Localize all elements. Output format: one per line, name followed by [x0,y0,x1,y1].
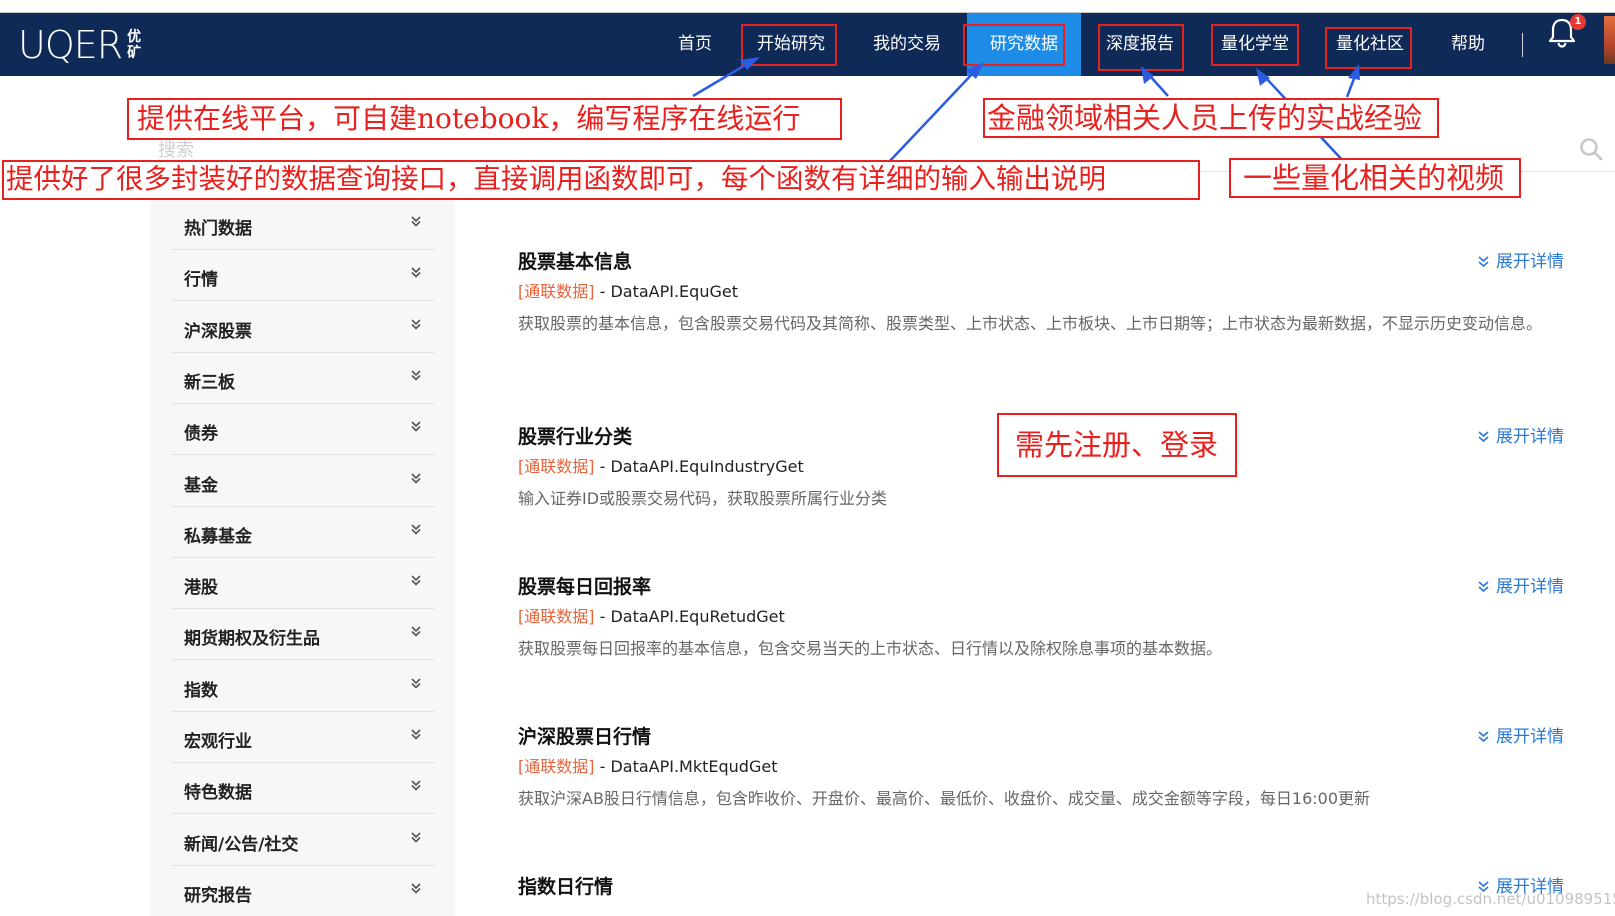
chevron-down-icon [411,319,421,330]
expand-details-link[interactable]: 展开详情 [1477,575,1564,599]
sidebar-item-label: 特色数据 [184,783,252,804]
expand-details-link[interactable]: 展开详情 [1477,425,1564,449]
sidebar-item[interactable]: 期货期权及衍生品 [171,609,435,661]
dataset-title[interactable]: 沪深股票日行情 [518,724,1578,750]
expand-label: 展开详情 [1496,877,1564,897]
avatar[interactable] [1604,16,1615,64]
sidebar-item-label: 研究报告 [184,885,252,906]
expand-label: 展开详情 [1496,727,1564,747]
sidebar-item[interactable]: 基金 [171,456,435,507]
sidebar-item-label: 私募基金 [184,526,252,547]
source-tag[interactable]: [通联数据] [518,757,595,776]
double-chevron-down-icon [1478,431,1489,443]
highlight-quant-community [1325,27,1412,69]
chevron-down-icon [411,832,421,843]
chevron-down-icon [411,421,421,432]
search-icon[interactable] [1578,136,1604,162]
chevron-down-icon [411,729,421,740]
sidebar-item-label: 行情 [184,270,218,291]
source-tag[interactable]: [通联数据] [518,282,595,301]
dataset-title[interactable]: 股票每日回报率 [518,574,1578,600]
chevron-down-icon [411,626,421,638]
dataset-description: 获取股票的基本信息，包含股票交易代码及其简称、股票类型、上市状态、上市板块、上市… [518,314,1543,333]
chevron-down-icon [411,472,421,484]
api-name: - DataAPI.EquIndustryGet [594,457,804,476]
sidebar-item[interactable]: 行情 [171,250,435,302]
dataset-card: 沪深股票日行情 [通联数据] - DataAPI.MktEqudGet 获取沪深AB… [518,724,1578,812]
chevron-down-icon [411,524,421,535]
nav-home[interactable]: 首页 [661,13,729,76]
api-name: - DataAPI.MktEqudGet [594,757,778,776]
sidebar-item[interactable]: 宏观行业 [171,712,435,763]
sidebar-item-label: 基金 [184,475,218,496]
source-tag[interactable]: [通联数据] [518,457,595,476]
sidebar-item-label: 期货期权及衍生品 [184,629,320,650]
expand-details-link[interactable]: 展开详情 [1477,875,1564,899]
chevron-down-icon [411,678,421,689]
nav-divider [1522,33,1523,57]
sidebar-item-label: 债券 [184,424,218,445]
expand-details-link[interactable]: 展开详情 [1477,250,1564,274]
expand-label: 展开详情 [1496,252,1564,272]
expand-label: 展开详情 [1496,427,1564,447]
sidebar-item-label: 新三板 [184,372,235,393]
chevron-down-icon [411,575,421,586]
sidebar-item-label: 热门数据 [184,219,252,239]
chevron-down-icon [411,267,421,278]
dataset-card: 股票每日回报率 [通联数据] - DataAPI.EquRetudGet 获取股票每… [518,574,1578,662]
highlight-start-research [741,24,837,66]
dataset-api: [通联数据] - DataAPI.EquRetudGet [518,606,1578,628]
sidebar-item[interactable]: 热门数据 [171,199,435,250]
double-chevron-down-icon [1478,881,1489,893]
sidebar-item[interactable]: 新闻/公告/社交 [171,815,435,866]
sidebar-item-label: 港股 [184,578,218,599]
nav-my-trading[interactable]: 我的交易 [862,13,952,76]
chevron-down-icon [411,370,421,381]
expand-label: 展开详情 [1496,577,1564,597]
dataset-api: [通联数据] - DataAPI.MktEqudGet [518,756,1578,778]
sidebar-item[interactable]: 特色数据 [171,763,435,815]
double-chevron-down-icon [1478,731,1489,743]
source-tag[interactable]: [通联数据] [518,607,595,626]
dataset-description: 获取沪深AB股日行情信息，包含昨收价、开盘价、最高价、最低价、收盘价、成交量、成… [518,789,1371,808]
sidebar-item[interactable]: 新三板 [171,353,435,404]
callout-notebook: 提供在线平台，可自建notebook，编写程序在线运行 [127,98,842,140]
nav-help[interactable]: 帮助 [1442,13,1494,76]
sidebar-item-label: 指数 [184,680,218,701]
chevron-down-icon [411,780,421,791]
double-chevron-down-icon [1478,256,1489,268]
callout-videos: 一些量化相关的视频 [1229,158,1521,198]
logo-subtitle: 优 矿 [127,29,142,61]
dataset-title[interactable]: 股票基本信息 [518,249,1578,275]
sidebar-item-label: 新闻/公告/社交 [184,834,299,855]
sidebar-item[interactable]: 港股 [171,558,435,610]
logo-wordmark: UQER [18,23,123,67]
callout-login: 需先注册、登录 [997,413,1237,477]
window-top-strip [0,0,1615,13]
highlight-research-data [963,24,1065,66]
sidebar-item-label: 沪深股票 [184,321,252,342]
sidebar-item[interactable]: 研究报告 [171,866,435,916]
double-chevron-down-icon [1478,581,1489,593]
sidebar-item[interactable]: 债券 [171,404,435,456]
highlight-deep-reports [1098,24,1184,71]
api-name: - DataAPI.EquRetudGet [594,607,785,626]
dataset-card: 股票基本信息 [通联数据] - DataAPI.EquGet 获取股票的基本信息，包… [518,249,1578,337]
uqer-logo[interactable]: UQER 优 矿 [18,23,141,67]
chevron-down-icon [411,883,421,894]
sidebar-item[interactable]: 私募基金 [171,507,435,558]
sidebar-item-label: 宏观行业 [184,732,252,752]
api-name: - DataAPI.EquGet [594,282,738,301]
callout-reports: 金融领域相关人员上传的实战经验 [983,98,1439,138]
dataset-description: 获取股票每日回报率的基本信息，包含交易当天的上市状态、日行情以及除权除息事项的基… [518,639,1223,658]
sidebar-item[interactable]: 指数 [171,661,435,712]
notification-badge: 1 [1570,14,1586,30]
callout-data-api: 提供好了很多封装好的数据查询接口，直接调用函数即可，每个函数有详细的输入输出说明 [2,160,1200,200]
sidebar-item[interactable]: 沪深股票 [171,302,435,353]
highlight-quant-school [1211,24,1299,66]
dataset-description: 输入证券ID或股票交易代码，获取股票所属行业分类 [518,489,888,508]
dataset-api: [通联数据] - DataAPI.EquGet [518,281,1578,303]
expand-details-link[interactable]: 展开详情 [1477,725,1564,749]
chevron-down-icon [411,216,421,227]
